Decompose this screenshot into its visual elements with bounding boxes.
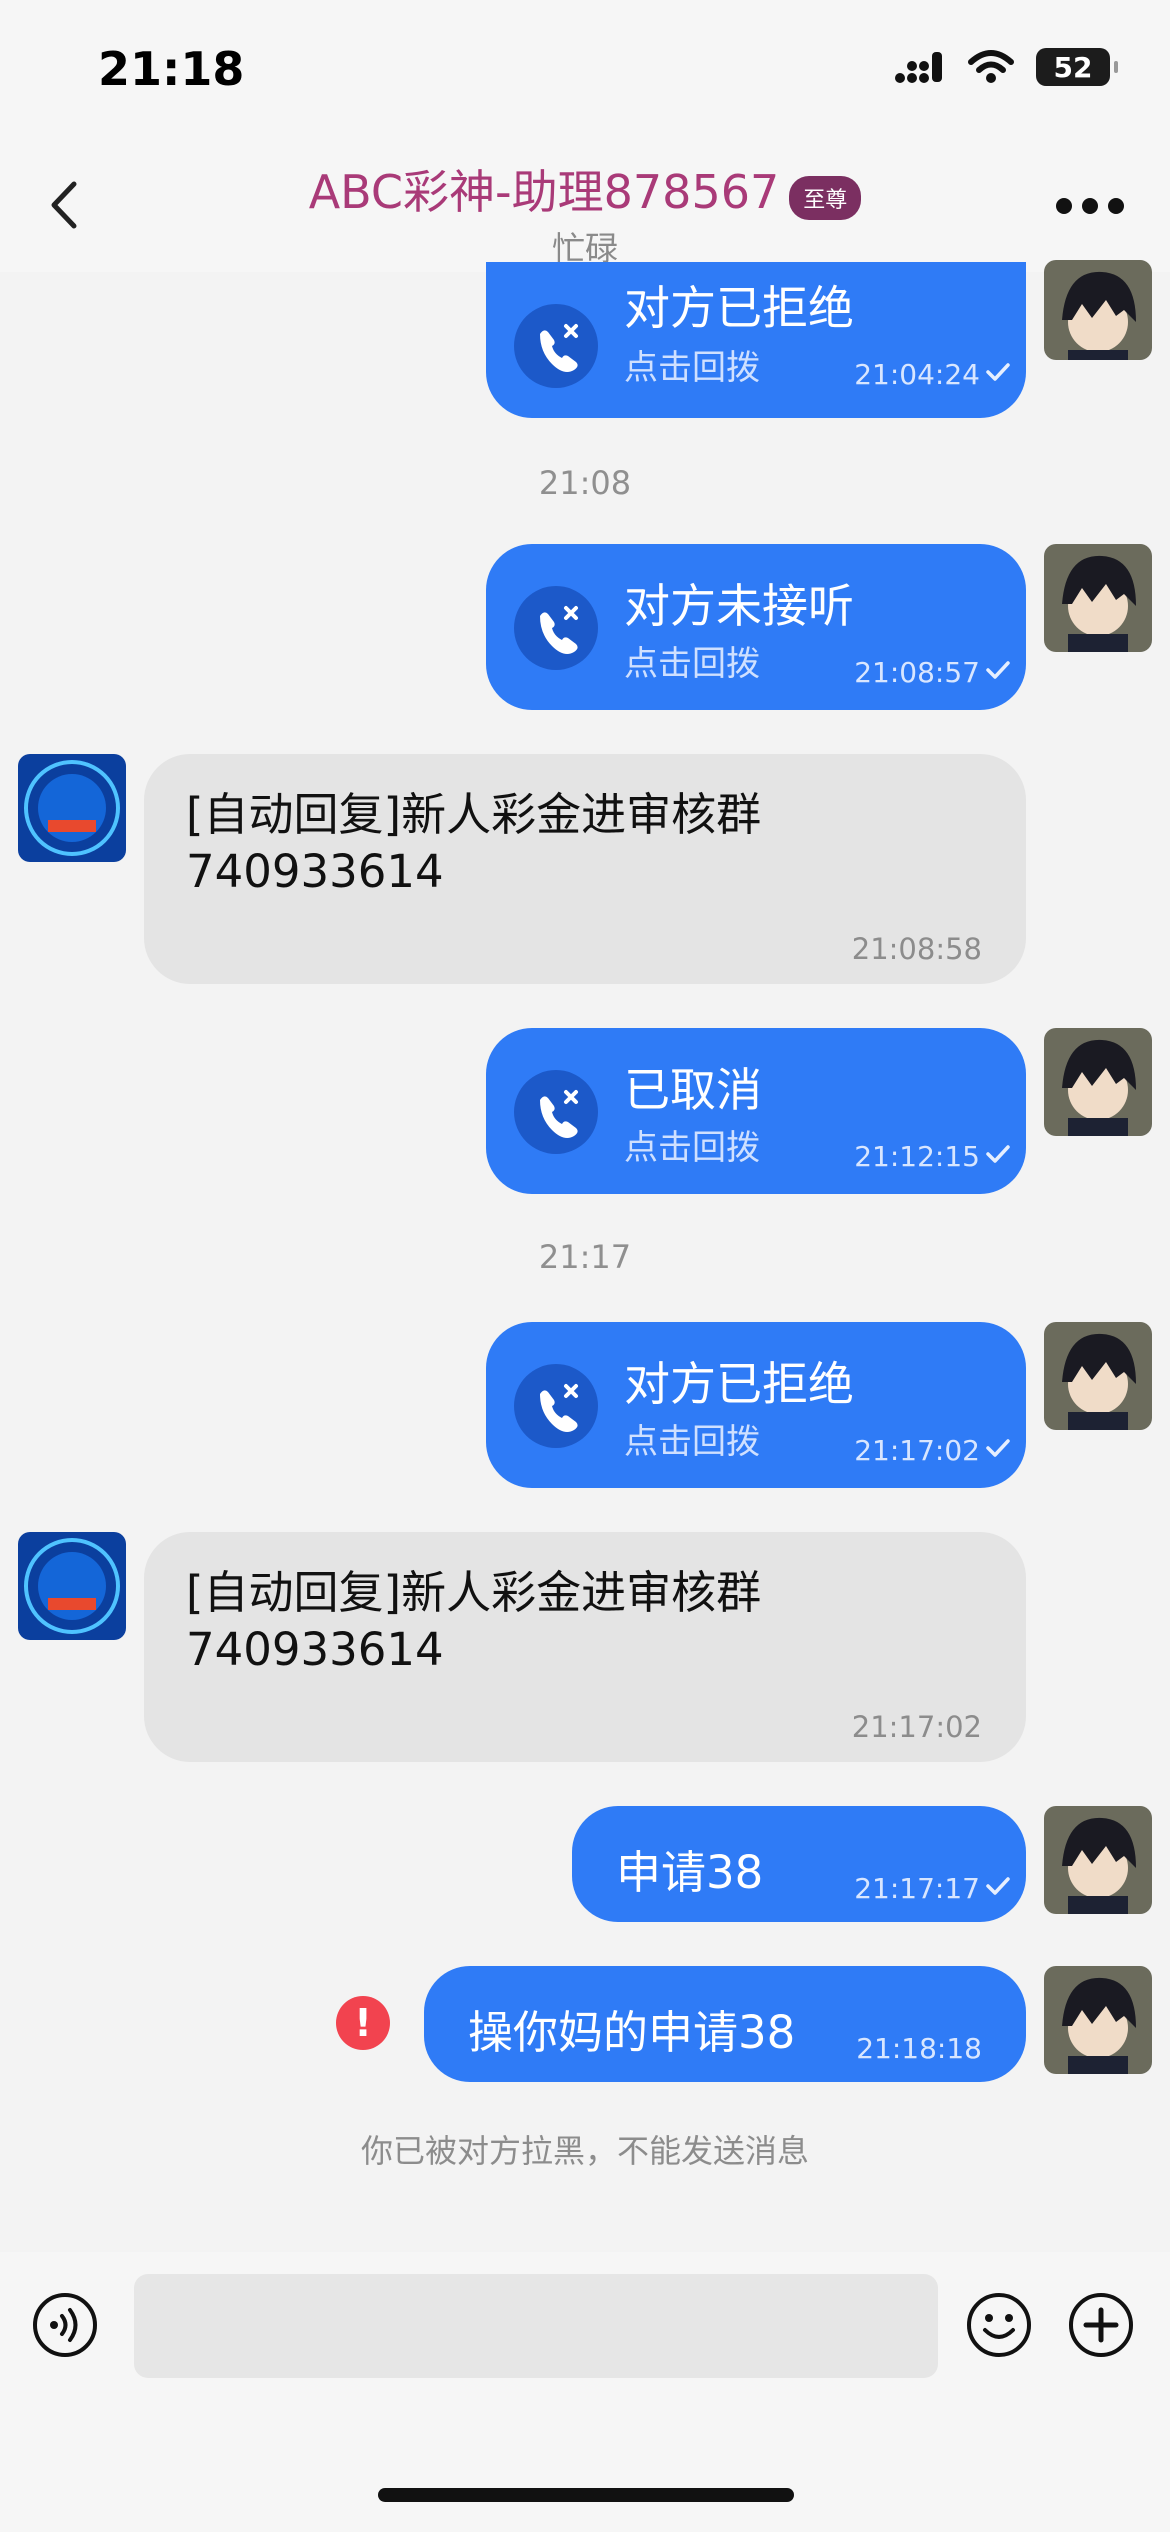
time-divider: 21:17 xyxy=(538,1238,632,1276)
callback-hint[interactable]: 点击回拨 xyxy=(624,1414,760,1463)
message-time: 21:18:18 xyxy=(856,2032,982,2065)
incoming-message[interactable]: [自动回复]新人彩金进审核群740933614 21:08:58 xyxy=(144,754,1026,984)
wifi-icon xyxy=(968,50,1014,83)
contact-avatar[interactable] xyxy=(18,754,126,862)
add-attachment-icon[interactable] xyxy=(1068,2292,1134,2358)
message-time: 21:12:15 xyxy=(854,1140,980,1173)
text-message[interactable]: 申请38 21:17:17 xyxy=(572,1806,1026,1922)
message-text: 操你妈的申请38 xyxy=(468,2006,796,2059)
message-time: 21:08:57 xyxy=(854,656,980,689)
call-message[interactable]: 对方未接听 点击回拨 21:08:57 xyxy=(486,544,1026,710)
battery-indicator: 52 xyxy=(1036,48,1118,86)
call-message[interactable]: 对方已拒绝 点击回拨 21:04:24 xyxy=(486,262,1026,418)
call-message[interactable]: 已取消 点击回拨 21:12:15 xyxy=(486,1028,1026,1194)
sent-check-icon xyxy=(986,661,1010,679)
missed-call-icon xyxy=(514,304,598,388)
my-avatar[interactable] xyxy=(1044,260,1152,360)
call-status: 对方已拒绝 xyxy=(624,1357,854,1411)
cancelled-call-icon xyxy=(514,1070,598,1154)
time-divider: 21:08 xyxy=(538,464,632,502)
call-status: 对方已拒绝 xyxy=(624,281,854,335)
status-time: 21:18 xyxy=(98,42,245,96)
sent-check-icon xyxy=(986,1439,1010,1457)
status-icons: 52 xyxy=(894,48,1118,86)
contact-avatar[interactable] xyxy=(18,1532,126,1640)
call-status: 已取消 xyxy=(624,1063,762,1117)
blocked-notice: 你已被对方拉黑，不能发送消息 xyxy=(360,2132,809,2170)
incoming-message[interactable]: [自动回复]新人彩金进审核群740933614 21:17:02 xyxy=(144,1532,1026,1762)
chat-header: ABC彩神-助理878567 至尊 忙碌 xyxy=(0,140,1170,272)
message-time: 21:17:17 xyxy=(854,1872,980,1905)
message-time: 21:17:02 xyxy=(854,1434,980,1467)
sent-check-icon xyxy=(986,363,1010,381)
sent-check-icon xyxy=(986,1877,1010,1895)
message-text: 申请38 xyxy=(616,1846,764,1899)
text-message[interactable]: 操你妈的申请38 21:18:18 xyxy=(424,1966,1026,2082)
missed-call-icon xyxy=(514,586,598,670)
call-status: 对方未接听 xyxy=(624,579,854,633)
message-time: 21:17:02 xyxy=(851,1710,982,1744)
signal-icon xyxy=(895,52,942,83)
chat-area[interactable]: 对方已拒绝 点击回拨 21:04:24 21:08 对方未接听 点击回拨 21:… xyxy=(0,260,1170,2252)
message-text: [自动回复]新人彩金进审核群740933614 xyxy=(186,788,762,898)
more-options-icon[interactable] xyxy=(1054,196,1126,216)
callback-hint[interactable]: 点击回拨 xyxy=(624,1120,760,1169)
callback-hint[interactable]: 点击回拨 xyxy=(624,340,760,389)
my-avatar[interactable] xyxy=(1044,1806,1152,1914)
input-bar xyxy=(0,2252,1170,2532)
my-avatar[interactable] xyxy=(1044,1028,1152,1136)
message-time: 21:04:24 xyxy=(854,358,980,391)
vip-badge: 至尊 xyxy=(789,175,862,220)
missed-call-icon xyxy=(514,1364,598,1448)
title-wrap: ABC彩神-助理878567 至尊 xyxy=(0,156,1170,226)
contact-name[interactable]: ABC彩神-助理878567 xyxy=(309,165,780,219)
send-failed-icon[interactable]: ! xyxy=(336,1996,390,2050)
message-input[interactable] xyxy=(134,2274,938,2378)
home-indicator xyxy=(378,2488,794,2502)
sent-check-icon xyxy=(986,1145,1010,1163)
voice-input-icon[interactable] xyxy=(32,2292,98,2358)
my-avatar[interactable] xyxy=(1044,1966,1152,2074)
message-text: [自动回复]新人彩金进审核群740933614 xyxy=(186,1566,762,1676)
my-avatar[interactable] xyxy=(1044,544,1152,652)
emoji-icon[interactable] xyxy=(966,2292,1032,2358)
my-avatar[interactable] xyxy=(1044,1322,1152,1430)
callback-hint[interactable]: 点击回拨 xyxy=(624,636,760,685)
message-time: 21:08:58 xyxy=(851,932,982,966)
call-message[interactable]: 对方已拒绝 点击回拨 21:17:02 xyxy=(486,1322,1026,1488)
status-bar: 21:18 52 xyxy=(0,0,1170,140)
